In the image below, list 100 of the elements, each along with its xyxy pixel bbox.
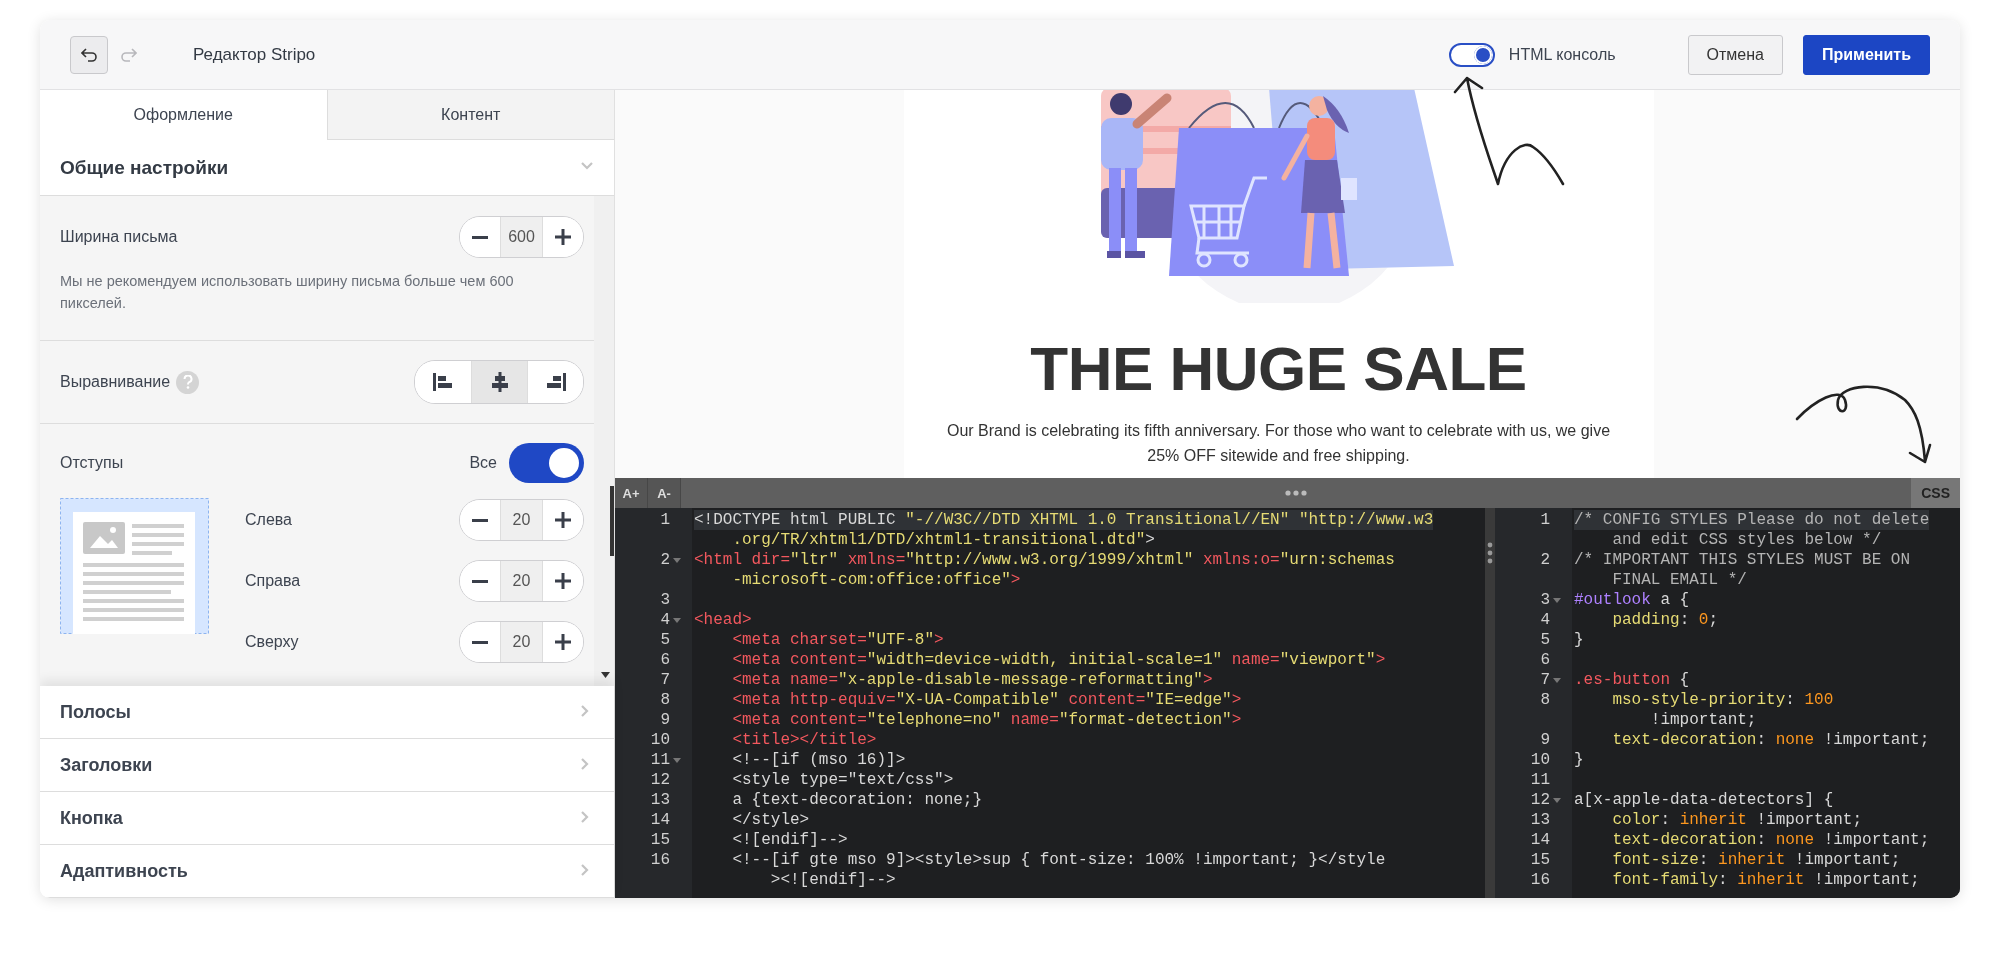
code-line: <html dir="ltr" xmlns="http://www.w3.org/1999/xhtml" xmlns:o="urn:schemas -microsoft-com:office:office"> — [693, 550, 1395, 590]
font-size-button[interactable]: A- — [648, 478, 681, 508]
align-center-icon — [490, 372, 509, 392]
toggle-label: Все — [469, 454, 497, 472]
line-number: 2 — [1540, 550, 1550, 570]
all-paddings-toggle[interactable] — [509, 443, 584, 483]
redo-icon — [121, 47, 137, 62]
code-line: a[x-apple-data-detectors] { — [1573, 790, 1834, 810]
undo-button[interactable] — [70, 35, 108, 74]
plus-icon — [555, 573, 571, 589]
code-line: <title></title> — [731, 730, 877, 750]
number-field[interactable]: 20 — [500, 500, 543, 540]
line-number: 10 — [1530, 750, 1550, 770]
line-number: 1 — [660, 510, 670, 530]
fold-icon[interactable] — [1553, 678, 1561, 683]
line-number: 16 — [1530, 870, 1550, 890]
hint-text: Мы не рекомендуем использовать ширину письма больше чем 600 пикселей. — [59, 272, 515, 313]
code-line: color: inherit !important; — [1611, 810, 1863, 830]
plus-icon — [555, 229, 571, 245]
code-line: font-size: inherit !important; — [1611, 850, 1901, 870]
fold-icon[interactable] — [1553, 598, 1561, 603]
code-line: <!DOCTYPE html PUBLIC "-//W3C//DTD XHTML 1.0 Transitional//EN" "http://www.w3 .org/TR/xhtml1/DTD/xhtml1-transitional.dtd"> — [693, 510, 1434, 550]
panel-tab[interactable]: Контент — [326, 90, 614, 140]
line-number: 3 — [1540, 590, 1550, 610]
field-label: Отступы — [60, 454, 124, 472]
alignment-button[interactable] — [471, 361, 527, 403]
line-number: 13 — [650, 790, 670, 810]
field-label: Сверху — [245, 633, 299, 651]
field-label: Ширина письма — [60, 228, 178, 246]
code-line: <meta content="telephone=no" name="format-detection"> — [731, 710, 1242, 730]
minus-icon — [472, 235, 488, 239]
number-field[interactable]: 600 — [500, 217, 543, 257]
code-line: text-decoration: none !important; — [1611, 830, 1930, 850]
code-line: #outlook a { — [1573, 590, 1690, 610]
section-title: Адаптивность — [60, 860, 188, 882]
code-line: } — [1573, 630, 1584, 650]
code-line: <meta http-equiv="X-UA-Compatible" content="IE=edge"> — [731, 690, 1242, 710]
code-line: mso-style-priority: 100 !important; — [1611, 690, 1834, 730]
section-title: Кнопка — [60, 807, 123, 829]
code-line: <!--[if (mso 16)]> — [731, 750, 906, 770]
code-line: } — [1573, 750, 1584, 770]
console-toggle[interactable] — [1448, 42, 1495, 67]
alignment-button[interactable] — [527, 361, 583, 403]
splitter-handle-icon[interactable] — [1487, 542, 1493, 564]
code-line: /* IMPORTANT THIS STYLES MUST BE ON FINAL EMAIL */ — [1573, 550, 1911, 590]
line-number: 12 — [1530, 790, 1550, 810]
plus-icon — [555, 512, 571, 528]
minus-icon — [472, 518, 488, 522]
scrollbar-thumb[interactable] — [610, 486, 614, 556]
font-size-button[interactable]: A+ — [615, 478, 648, 508]
section-title[interactable]: Общие настройки — [60, 156, 229, 179]
code-line: a {text-decoration: none;} — [731, 790, 983, 810]
line-number: 6 — [660, 650, 670, 670]
line-number: 4 — [1540, 610, 1550, 630]
code-line: <meta name="x-apple-disable-message-reformatting"> — [731, 670, 1213, 690]
line-number: 8 — [1540, 690, 1550, 710]
undo-icon — [81, 47, 97, 62]
line-number: 14 — [1530, 830, 1550, 850]
line-number: 11 — [650, 750, 670, 770]
fold-icon[interactable] — [673, 618, 681, 623]
line-number: 12 — [650, 770, 670, 790]
line-number: 16 — [650, 850, 670, 870]
settings-section[interactable]: Полосы — [40, 686, 614, 739]
line-number: 5 — [1540, 630, 1550, 650]
field-label: Слева — [245, 511, 292, 529]
line-number: 8 — [660, 690, 670, 710]
scroll-down-icon[interactable] — [601, 672, 610, 678]
minus-icon — [472, 640, 488, 644]
drag-handle-icon[interactable] — [1285, 490, 1308, 496]
line-number: 9 — [660, 710, 670, 730]
number-field[interactable]: 20 — [500, 622, 543, 662]
css-button[interactable]: CSS — [1911, 478, 1960, 508]
console-toggle-label: HTML консоль — [1508, 45, 1616, 64]
code-line: </style> — [731, 810, 810, 830]
line-number: 1 — [1540, 510, 1550, 530]
section-title: Полосы — [60, 701, 131, 723]
cancel-button[interactable]: Отмена — [1687, 34, 1783, 75]
settings-section[interactable]: Адаптивность — [40, 845, 614, 898]
settings-section[interactable]: Заголовки — [40, 739, 614, 792]
code-line: padding: 0; — [1611, 610, 1719, 630]
code-line: <style type="text/css"> — [731, 770, 954, 790]
line-number: 5 — [660, 630, 670, 650]
apply-button[interactable]: Применить — [1803, 34, 1930, 75]
editor-title: Редактор Stripo — [193, 44, 316, 65]
code-line: <![endif]--> — [731, 830, 848, 850]
number-field[interactable]: 20 — [500, 561, 543, 601]
field-label: Выравнивание — [60, 372, 171, 390]
fold-icon[interactable] — [1553, 798, 1561, 803]
line-number: 13 — [1530, 810, 1550, 830]
code-line: /* CONFIG STYLES Please do not delete and edit CSS styles below */ — [1573, 510, 1930, 550]
line-number: 7 — [660, 670, 670, 690]
code-line: <!--[if gte mso 9]><style>sup { font-size: 100% !important; }</style ><![endif]--> — [731, 850, 1386, 890]
fold-icon[interactable] — [673, 758, 681, 763]
email-headline: THE HUGE SALE — [1030, 333, 1527, 404]
line-number: 4 — [660, 610, 670, 630]
line-number: 3 — [660, 590, 670, 610]
settings-section[interactable]: Кнопка — [40, 792, 614, 845]
fold-icon[interactable] — [673, 558, 681, 563]
line-number: 15 — [650, 830, 670, 850]
line-number: 9 — [1540, 730, 1550, 750]
